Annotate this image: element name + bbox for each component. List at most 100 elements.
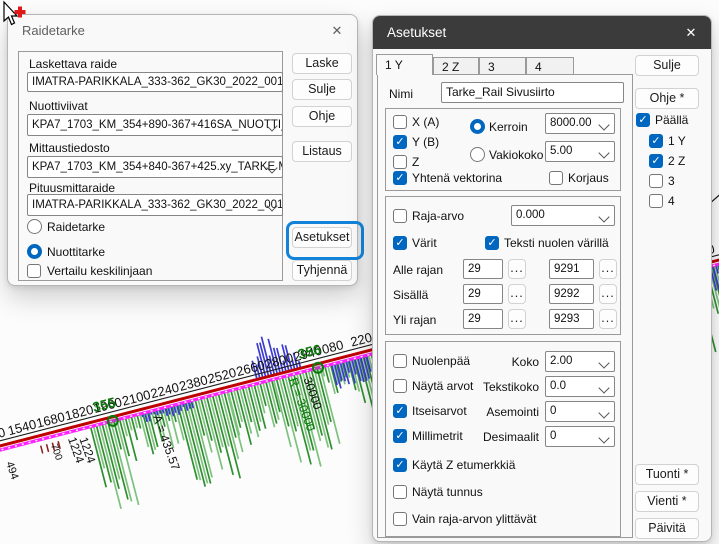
asetukset-titlebar[interactable]: Asetukset ✕ [373, 16, 711, 49]
kayta-z-etumerkkia-checkbox[interactable] [393, 458, 407, 472]
alle-rajan-color-browse-button[interactable]: ... [599, 259, 617, 279]
laske-button[interactable]: Laske [292, 53, 352, 74]
laskettava-raide-field[interactable]: IMATRA-PARIKKALA_333-362_GK30_2022_001.t… [27, 72, 283, 92]
vakiokoko-value: 5.00 [550, 145, 572, 157]
y-b-checkbox[interactable] [393, 135, 407, 149]
layer-1y-checkbox[interactable] [649, 134, 663, 148]
layer-2z-label: 2 Z [668, 154, 685, 168]
asemointi-dropdown[interactable]: 0 [545, 401, 615, 422]
paivita-button[interactable]: Päivitä [635, 518, 699, 539]
vakiokoko-dropdown[interactable]: 5.00 [545, 141, 615, 162]
tab-3[interactable]: 3 [479, 57, 526, 75]
nimi-label: Nimi [389, 87, 413, 101]
vakiokoko-radio[interactable] [470, 147, 485, 162]
layer-4-label: 4 [668, 194, 675, 208]
z-checkbox[interactable] [393, 155, 407, 169]
y-b-label: Y (B) [412, 135, 439, 149]
kerroin-radio[interactable] [470, 119, 485, 134]
svg-text:2240: 2240 [149, 380, 181, 402]
tyhjenna-button[interactable]: Tyhjennä [292, 260, 352, 281]
laskettava-raide-label: Laskettava raide [29, 57, 117, 71]
svg-text:356: 356 [296, 341, 323, 362]
asemointi-value: 0 [550, 405, 556, 417]
svg-text:494: 494 [3, 460, 20, 481]
vain-raja-arvon-checkbox[interactable] [393, 512, 407, 526]
nuottitarke-radio[interactable] [27, 244, 42, 259]
alle-rajan-color-field[interactable]: 9291 [549, 259, 594, 279]
yli-rajan-color-field[interactable]: 9293 [549, 309, 594, 329]
yli-rajan-code-field[interactable]: 29 [463, 309, 503, 329]
koko-dropdown[interactable]: 2.00 [545, 351, 615, 372]
sisalla-color-browse-button[interactable]: ... [599, 284, 617, 304]
vakiokoko-label: Vakiokoko [489, 148, 543, 162]
raidetarke-radio[interactable] [27, 219, 42, 234]
korjaus-checkbox[interactable] [549, 171, 563, 185]
yhtena-vektorina-checkbox[interactable] [393, 171, 407, 185]
nuolenpaa-checkbox[interactable] [393, 354, 407, 368]
sulje-button[interactable]: Sulje [635, 55, 699, 76]
vienti-button[interactable]: Vienti * [635, 491, 699, 512]
listaus-button[interactable]: Listaus [292, 141, 352, 162]
kerroin-dropdown[interactable]: 8000.00 [545, 113, 615, 134]
layer-1y-label: 1 Y [668, 134, 686, 148]
paalla-checkbox[interactable] [636, 113, 650, 127]
chevron-down-icon [598, 407, 609, 418]
varit-checkbox[interactable] [393, 236, 407, 250]
itseisarvot-checkbox[interactable] [393, 404, 407, 418]
nuottiviivat-dropdown[interactable]: KPA7_1703_KM_354+890-367+416SA_NUOTTI_ [27, 114, 283, 136]
mittaustiedosto-dropdown[interactable]: KPA7_1703_KM_354+840-367+425.xy_TARKE M [27, 156, 283, 178]
layer-3-checkbox[interactable] [649, 174, 663, 188]
sulje-button[interactable]: Sulje [292, 79, 352, 100]
tab-4[interactable]: 4 [526, 57, 574, 75]
tekstikoko-label: Tekstikoko [453, 380, 539, 394]
asetukset-button[interactable]: Asetukset [292, 227, 352, 248]
tuonti-button[interactable]: Tuonti * [635, 464, 699, 485]
vertailu-checkbox[interactable] [27, 264, 41, 278]
raja-arvo-dropdown[interactable]: 0.000 [511, 205, 615, 226]
asemointi-label: Asemointi [453, 405, 539, 419]
tekstikoko-dropdown[interactable]: 0.0 [545, 376, 615, 397]
nuottiviivat-value: KPA7_1703_KM_354+890-367+416SA_NUOTTI_ [32, 119, 283, 131]
ohje-button[interactable]: Ohje [292, 106, 352, 127]
svg-text:080: 080 [320, 337, 345, 357]
close-icon[interactable]: ✕ [326, 21, 348, 41]
alle-rajan-label: Alle rajan [393, 263, 443, 277]
svg-text:2520: 2520 [206, 365, 238, 387]
svg-text:220: 220 [349, 330, 374, 350]
tab-1y[interactable]: 1 Y [376, 54, 433, 75]
yli-rajan-color-browse-button[interactable]: ... [599, 309, 617, 329]
yli-rajan-browse-button[interactable]: ... [508, 309, 526, 329]
svg-text:2800: 2800 [263, 350, 295, 372]
app-stage: 1400154016801820196021002240238025202660… [0, 0, 719, 544]
alle-rajan-code-field[interactable]: 29 [463, 259, 503, 279]
layer-4-checkbox[interactable] [649, 194, 663, 208]
tab-2z[interactable]: 2 Z [433, 57, 479, 75]
desimaalit-dropdown[interactable]: 0 [545, 426, 615, 447]
teksti-nuolen-label: Teksti nuolen värillä [504, 236, 609, 250]
sisalla-color-field[interactable]: 9292 [549, 284, 594, 304]
chevron-down-icon [598, 119, 609, 130]
raidetarke-dialog: Raidetarke ✕ Laskettava raide IMATRA-PAR… [7, 14, 358, 286]
sisalla-code-field[interactable]: 29 [463, 284, 503, 304]
x-a-checkbox[interactable] [393, 115, 407, 129]
close-icon[interactable]: ✕ [680, 23, 702, 43]
nayta-tunnus-label: Näytä tunnus [412, 485, 483, 499]
alle-rajan-browse-button[interactable]: ... [508, 259, 526, 279]
svg-text:355: 355 [91, 394, 118, 415]
millimetrit-checkbox[interactable] [393, 429, 407, 443]
nayta-tunnus-checkbox[interactable] [393, 485, 407, 499]
nimi-field[interactable]: Tarke_Rail Sivusiirto [441, 82, 624, 103]
ohje-button[interactable]: Ohje * [635, 88, 699, 109]
chevron-down-icon [598, 432, 609, 443]
nayta-arvot-checkbox[interactable] [393, 379, 407, 393]
sisalla-browse-button[interactable]: ... [508, 284, 526, 304]
pituusmittaraide-dropdown[interactable]: IMATRA-PARIKKALA_333-362_GK30_2022_001.t [27, 194, 283, 216]
teksti-nuolen-checkbox[interactable] [485, 236, 499, 250]
x-a-label: X (A) [412, 115, 439, 129]
chevron-down-icon [598, 211, 609, 222]
svg-text:700: 700 [48, 442, 64, 462]
raja-arvo-checkbox[interactable] [393, 209, 407, 223]
raidetarke-titlebar[interactable]: Raidetarke ✕ [8, 15, 357, 46]
layer-2z-checkbox[interactable] [649, 154, 663, 168]
nuottitarke-radio-label: Nuottitarke [47, 245, 105, 259]
